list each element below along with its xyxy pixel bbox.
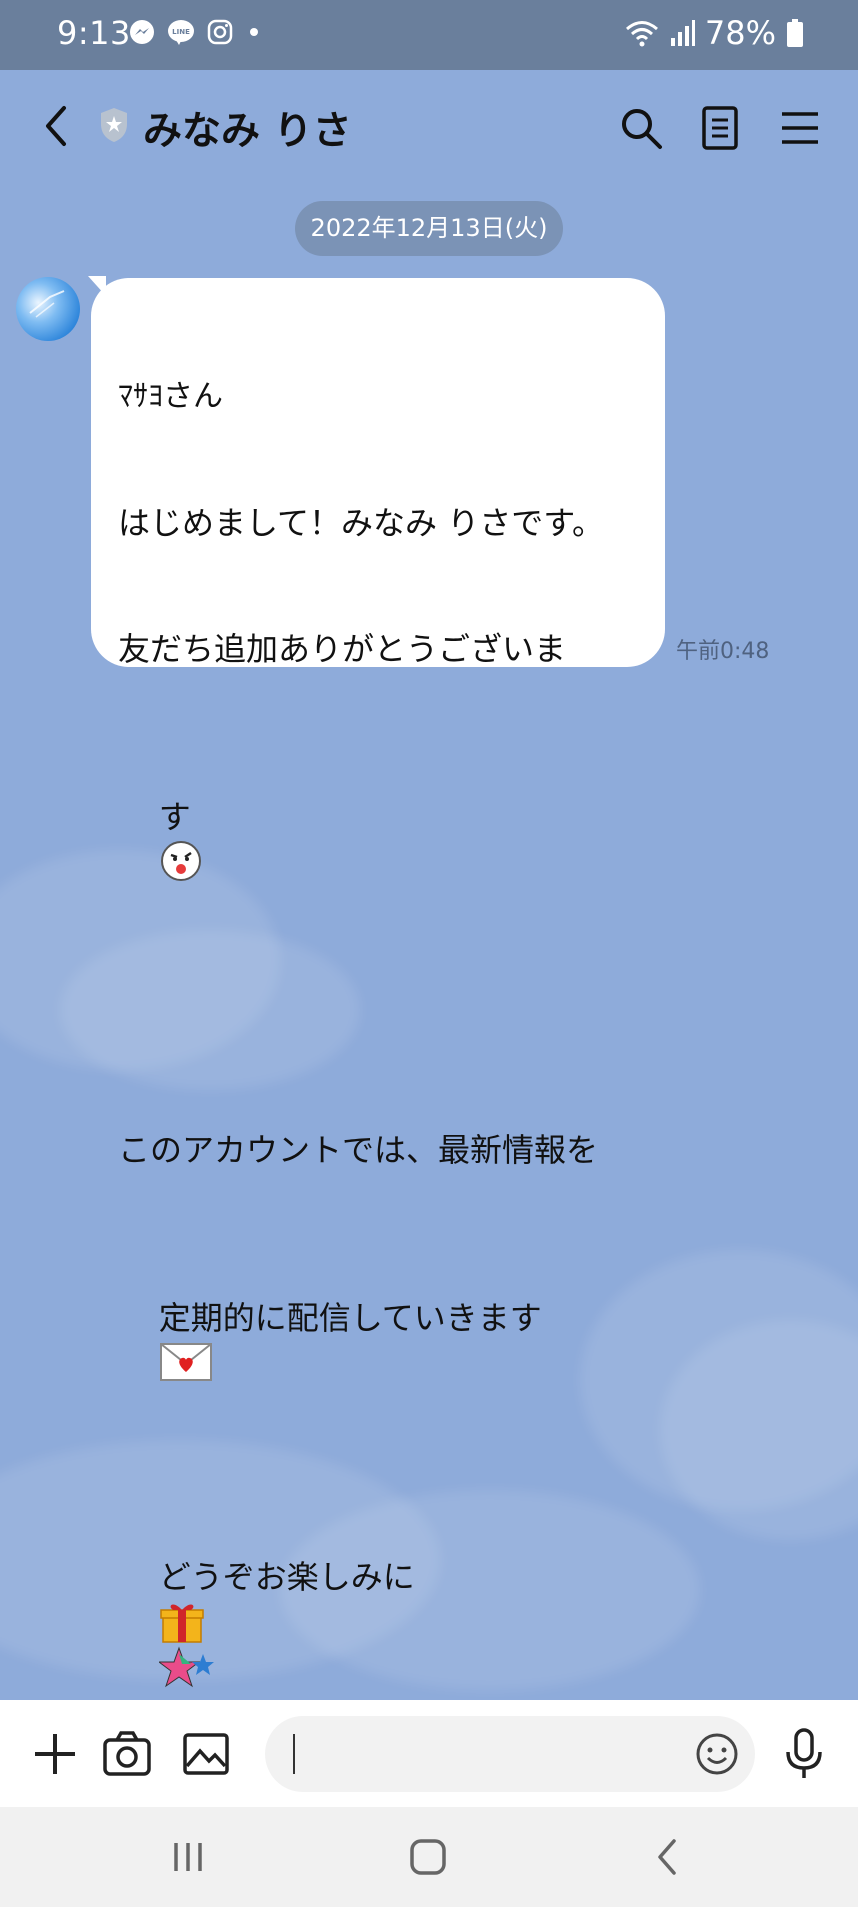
back-nav-icon[interactable] [638, 1835, 698, 1879]
gift-emoji [159, 1604, 204, 1643]
battery-percent: 78% [704, 14, 776, 52]
avatar[interactable] [16, 277, 80, 341]
signal-icon [670, 20, 695, 46]
stars-emoji [158, 1646, 214, 1688]
messenger-icon [130, 20, 154, 44]
dot-icon [250, 28, 258, 36]
chat-title: みなみ りさ [143, 109, 352, 154]
message-line-5: このアカウントでは、最新情報を [118, 1131, 599, 1169]
emoji-icon[interactable] [695, 1732, 739, 1776]
message-line-1: はじめまして！みなみ りさです。 [118, 504, 605, 542]
avatar-image [29, 290, 65, 318]
camera-icon[interactable] [97, 1724, 157, 1784]
status-bar: 9:13 LINE 78% [0, 0, 858, 70]
message-time: 午前0:48 [676, 639, 770, 664]
microphone-icon[interactable] [774, 1724, 834, 1784]
svg-text:LINE: LINE [172, 28, 190, 36]
wifi-icon [625, 21, 658, 47]
message-input[interactable] [265, 1716, 755, 1792]
image-icon[interactable] [176, 1724, 236, 1784]
date-separator: 2022年12月13日(火) [295, 201, 563, 256]
text-cursor [293, 1734, 295, 1774]
menu-icon[interactable] [776, 104, 824, 152]
message-line-6: 定期的に配信していきます [158, 1299, 542, 1337]
plus-icon[interactable] [25, 1724, 85, 1784]
message-line-3: す [158, 798, 191, 836]
notes-icon[interactable] [696, 104, 744, 152]
home-icon[interactable] [398, 1835, 458, 1879]
wink-face-emoji [160, 841, 201, 881]
status-time: 9:13 [57, 14, 131, 52]
line-icon: LINE [168, 20, 194, 45]
input-bar [0, 1700, 858, 1807]
back-icon[interactable] [36, 100, 76, 152]
message-line-7: どうぞお楽しみに [158, 1558, 415, 1596]
system-nav-bar [0, 1807, 858, 1907]
recents-icon[interactable] [158, 1835, 218, 1879]
search-icon[interactable] [617, 104, 665, 152]
love-letter-emoji [159, 1343, 212, 1381]
instagram-icon [207, 19, 233, 45]
message-line-2: 友だち追加ありがとうございま [118, 630, 567, 668]
shield-star-icon [101, 108, 127, 142]
message-recipient-name: ﾏｻﾖさん [118, 379, 223, 414]
battery-icon [787, 19, 803, 47]
message-text: ﾏｻﾖさん はじめまして！みなみ りさです。 友だち追加ありがとうございま す … [118, 292, 648, 1774]
